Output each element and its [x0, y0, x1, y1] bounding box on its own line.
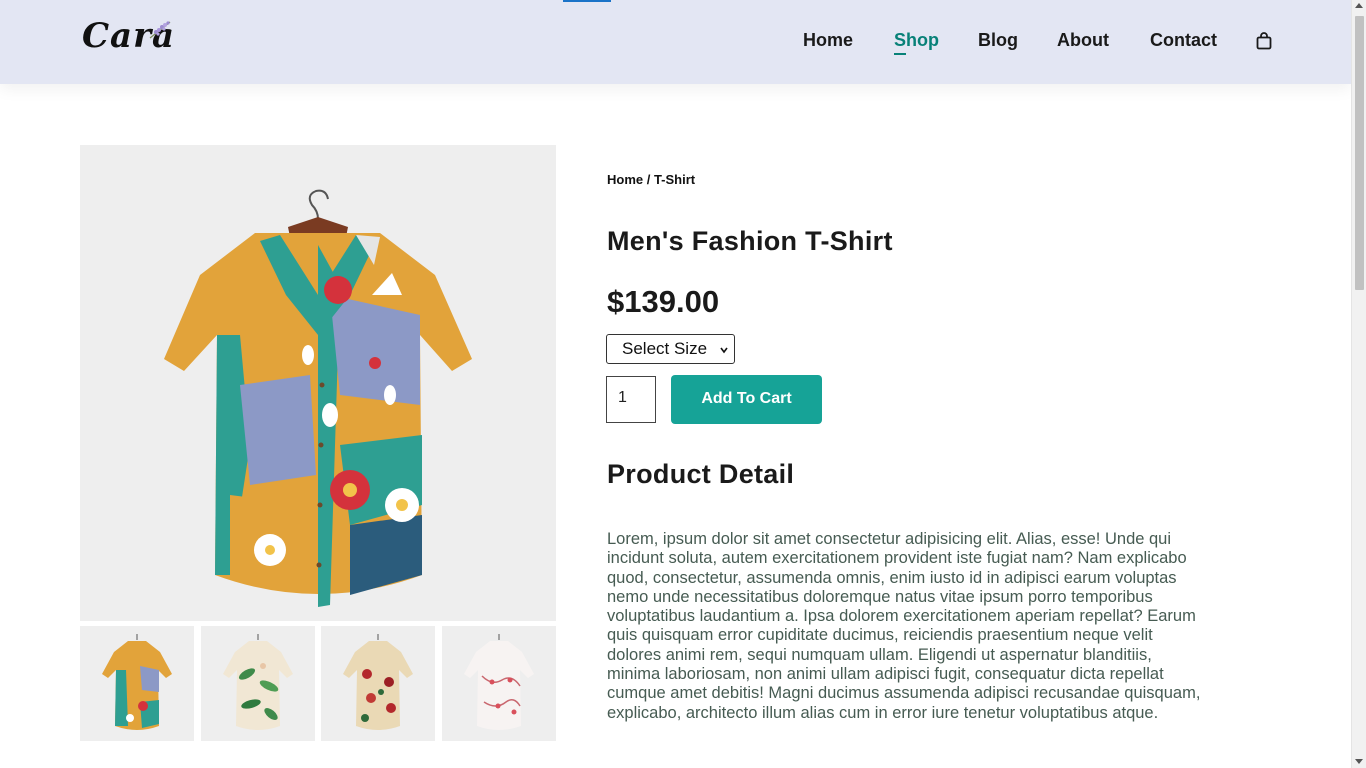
site-header: Cara Home Shop Blog About Contact — [0, 0, 1351, 84]
scroll-up-arrow-icon[interactable] — [1355, 3, 1363, 8]
page-scrollbar[interactable] — [1351, 0, 1366, 768]
thumbnail-pink-blossom-shirt[interactable] — [442, 626, 556, 741]
product-price: $139.00 — [607, 284, 720, 319]
nav-home[interactable]: Home — [803, 30, 853, 51]
size-select[interactable]: Select Size — [606, 334, 735, 364]
nav-active-underline — [894, 53, 906, 55]
nav-shop[interactable]: Shop — [894, 30, 939, 51]
shirt-illustration — [164, 189, 472, 607]
thumbnail-tropical-leaf-shirt[interactable] — [201, 626, 315, 741]
main-product-image — [80, 145, 556, 621]
thumbnail-red-floral-shirt[interactable] — [321, 626, 435, 741]
nav-blog[interactable]: Blog — [978, 30, 1018, 51]
thumbnail-colorful-abstract-shirt[interactable] — [80, 626, 194, 741]
main-nav: Home Shop Blog About Contact — [0, 30, 1351, 54]
add-to-cart-button[interactable]: Add To Cart — [671, 375, 822, 424]
size-select-value: Select Size — [622, 339, 708, 358]
shirt-thumbnail-image — [223, 634, 293, 730]
quantity-input[interactable]: 1 — [606, 376, 656, 423]
scroll-down-arrow-icon[interactable] — [1355, 759, 1363, 764]
product-description: Lorem, ipsum dolor sit amet consectetur … — [607, 530, 1201, 722]
scrollbar-thumb[interactable] — [1355, 16, 1364, 290]
product-title: Men's Fashion T-Shirt — [607, 226, 893, 256]
shirt-thumbnail-image — [464, 634, 534, 730]
shopping-bag-icon[interactable] — [1256, 32, 1272, 50]
top-accent-bar — [563, 0, 611, 2]
nav-about[interactable]: About — [1057, 30, 1109, 51]
product-detail-heading: Product Detail — [607, 459, 795, 489]
shirt-thumbnail-image — [343, 634, 413, 730]
breadcrumb: Home / T-Shirt — [607, 172, 696, 187]
nav-contact[interactable]: Contact — [1150, 30, 1217, 51]
chevron-down-icon — [720, 347, 728, 354]
shirt-thumbnail-image — [102, 634, 172, 730]
